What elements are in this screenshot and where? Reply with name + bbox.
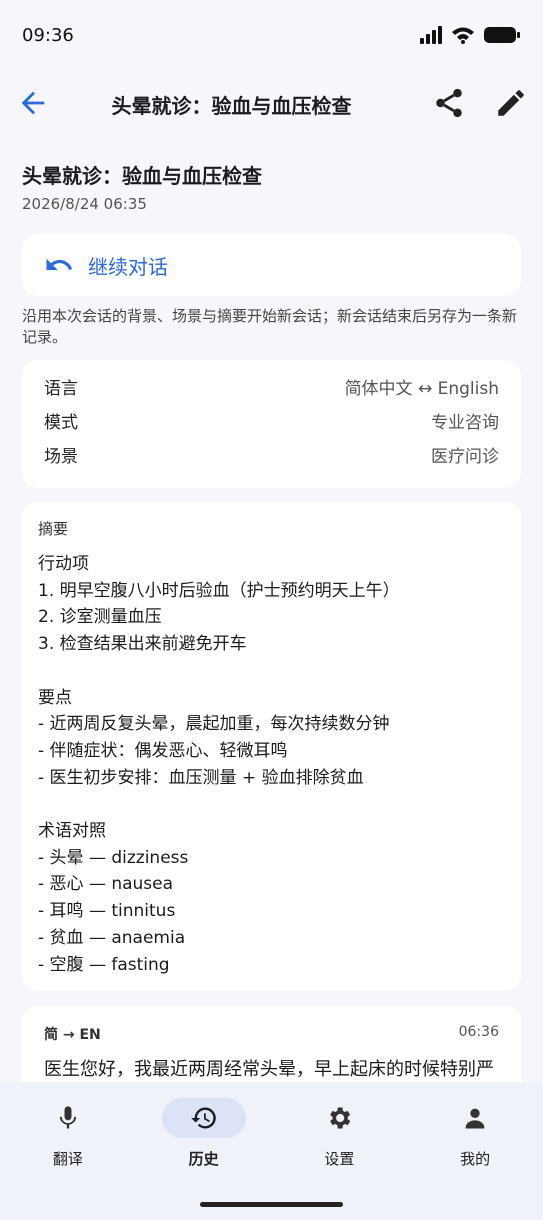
summary-body: 行动项 1. 明早空腹八小时后验血（护士预约明天上午） 2. 诊室测量血压 3.… [38, 554, 400, 975]
nav-icon-wrap [433, 1098, 517, 1138]
session-meta-card: 语言 简体中文 ↔ English 模式 专业咨询 场景 医疗问诊 [22, 360, 521, 488]
summary-card: 摘要 行动项 1. 明早空腹八小时后验血（护士预约明天上午） 2. 诊室测量血压… [22, 502, 521, 991]
page-title: 头晕就诊：验血与血压检查 [22, 164, 262, 188]
meta-key: 场景 [44, 447, 78, 467]
status-icons [419, 25, 521, 45]
nav-icon-wrap [26, 1098, 110, 1138]
message-direction: 简 → EN [44, 1027, 101, 1043]
person-icon [465, 1108, 485, 1129]
back-arrow-icon[interactable] [16, 86, 50, 120]
meta-value: 医疗问诊 [431, 447, 499, 467]
app-bar-title: 头晕就诊：验血与血压检查 [111, 94, 352, 118]
nav-history[interactable]: 历史 [136, 1082, 272, 1182]
session-date: 2026/8/24 06:35 [22, 195, 147, 213]
nav-icon-wrap [297, 1098, 381, 1138]
message-time: 06:36 [458, 1024, 499, 1040]
nav-translate[interactable]: 翻译 [0, 1082, 136, 1182]
meta-key: 模式 [44, 413, 78, 433]
nav-settings[interactable]: 设置 [272, 1082, 408, 1182]
meta-key: 语言 [44, 379, 78, 399]
summary-title: 摘要 [38, 520, 69, 538]
status-bar: 09:36 [0, 0, 543, 70]
top-app-bar: 头晕就诊：验血与血压检查 [0, 72, 543, 136]
nav-label: 历史 [188, 1150, 219, 1168]
battery-icon [484, 27, 520, 43]
share-icon[interactable] [432, 86, 466, 120]
content-scroll[interactable]: 头晕就诊：验血与血压检查 2026/8/24 06:35 继续对话 沿用本次会话… [0, 140, 543, 1082]
status-time: 09:36 [22, 24, 74, 46]
edit-icon[interactable] [494, 86, 528, 120]
history-icon [190, 1107, 216, 1129]
nav-label: 我的 [460, 1150, 491, 1168]
meta-value: 专业咨询 [431, 413, 499, 433]
nav-profile[interactable]: 我的 [407, 1082, 543, 1182]
continue-conversation-label: 继续对话 [88, 254, 168, 279]
message-header: 简 → EN 06:36 [44, 1024, 499, 1044]
signal-icon [420, 26, 442, 44]
message-card[interactable]: 简 → EN 06:36 医生您好，我最近两周经常头晕，早上起床的时候特别严重。 [22, 1006, 521, 1082]
nav-icon-wrap [161, 1098, 246, 1138]
meta-row-mode: 模式 专业咨询 [44, 410, 499, 444]
continue-conversation-button[interactable]: 继续对话 [22, 234, 521, 296]
wifi-icon [452, 27, 474, 44]
continue-hint-text: 沿用本次会话的背景、场景与摘要开始新会话；新会话结束后另存为一条新记录。 [22, 307, 518, 346]
meta-value: 简体中文 ↔ English [344, 379, 499, 399]
gear-icon [330, 1107, 351, 1129]
home-indicator[interactable] [200, 1202, 343, 1207]
nav-label: 设置 [324, 1150, 355, 1168]
undo-icon [46, 258, 73, 270]
meta-row-language: 语言 简体中文 ↔ English [44, 376, 499, 410]
mic-icon [59, 1106, 77, 1129]
bottom-navigation: 翻译 历史 设置 我的 [0, 1082, 543, 1220]
meta-row-scene: 场景 医疗问诊 [44, 444, 499, 478]
nav-label: 翻译 [52, 1150, 83, 1168]
message-text: 医生您好，我最近两周经常头晕，早上起床的时候特别严重。 [44, 1059, 494, 1080]
